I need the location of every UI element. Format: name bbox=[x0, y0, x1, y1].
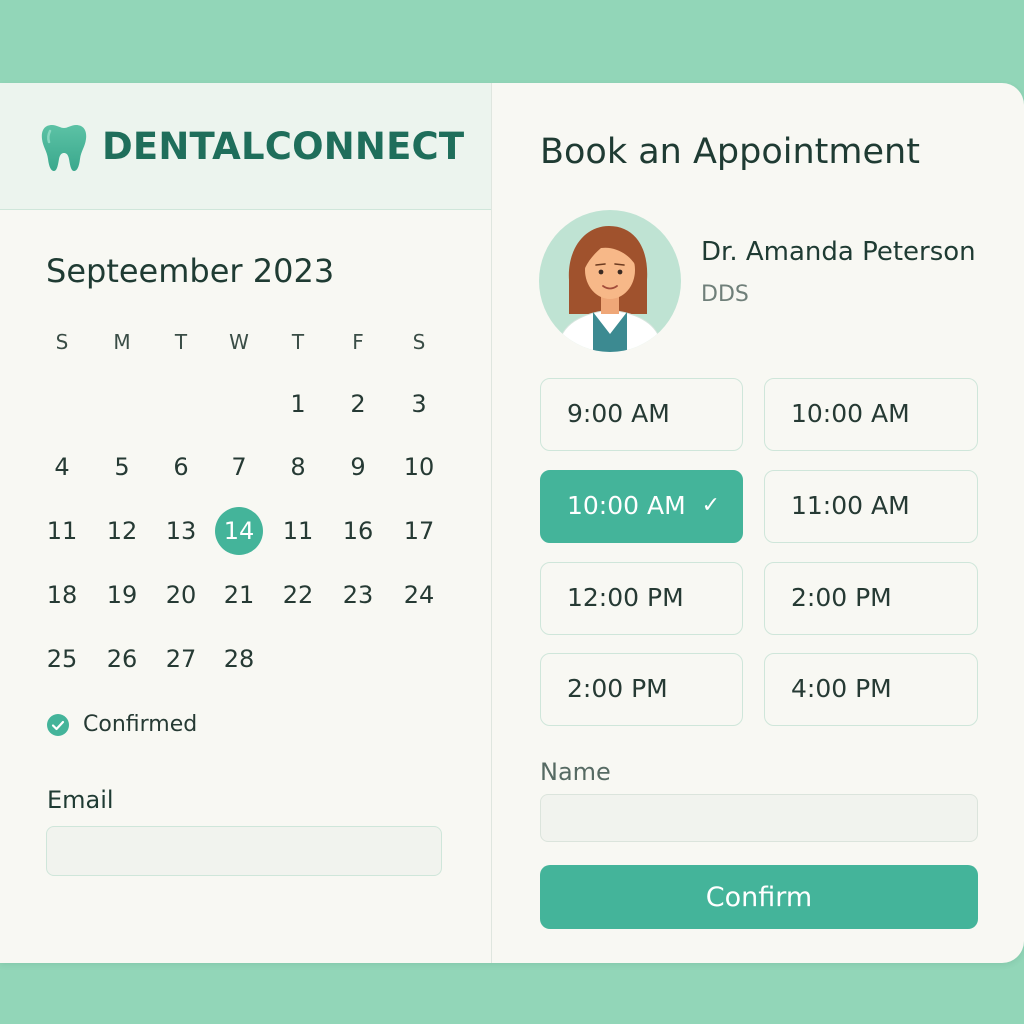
calendar-day[interactable]: 22 bbox=[276, 580, 320, 610]
calendar-day[interactable]: 13 bbox=[159, 516, 203, 546]
time-slot-label: 11:00 AM bbox=[791, 491, 910, 520]
calendar-day[interactable]: 27 bbox=[159, 644, 203, 674]
weekday-label: M bbox=[113, 330, 131, 354]
calendar-day[interactable]: 16 bbox=[336, 516, 380, 546]
calendar-day[interactable]: 10 bbox=[397, 452, 441, 482]
calendar-day[interactable]: 5 bbox=[100, 452, 144, 482]
calendar-day[interactable]: 7 bbox=[217, 452, 261, 482]
time-slot-label: 4:00 PM bbox=[791, 674, 892, 703]
brand-header: DENTALCONNECT bbox=[0, 83, 491, 210]
weekday-label: W bbox=[229, 330, 249, 354]
time-slot-label: 9:00 AM bbox=[567, 399, 670, 428]
checkmark-icon: ✓ bbox=[701, 493, 720, 518]
doctor-credentials: DDS bbox=[701, 282, 749, 307]
tooth-icon bbox=[41, 125, 87, 171]
doctor-avatar bbox=[539, 210, 681, 352]
doctor-name: Dr. Amanda Peterson bbox=[701, 237, 976, 267]
email-label: Email bbox=[47, 786, 114, 814]
calendar-day[interactable]: 3 bbox=[397, 389, 441, 419]
weekday-label: S bbox=[412, 330, 426, 354]
calendar-panel: DENTALCONNECT Septeember 2023 SMTWTFS 12… bbox=[0, 83, 492, 963]
name-label: Name bbox=[540, 758, 611, 786]
weekday-label: T bbox=[291, 330, 305, 354]
calendar-day[interactable]: 20 bbox=[159, 580, 203, 610]
calendar-day[interactable]: 6 bbox=[159, 452, 203, 482]
check-circle-icon bbox=[47, 714, 69, 736]
time-slot-selected[interactable]: 10:00 AM ✓ bbox=[540, 470, 743, 543]
calendar-day[interactable]: 28 bbox=[217, 644, 261, 674]
weekday-label: T bbox=[174, 330, 188, 354]
calendar-day[interactable]: 17 bbox=[397, 516, 441, 546]
confirm-button[interactable]: Confirm bbox=[540, 865, 978, 929]
calendar-day[interactable]: 25 bbox=[40, 644, 84, 674]
calendar-day[interactable]: 2 bbox=[336, 389, 380, 419]
time-slot-label: 2:00 PM bbox=[567, 674, 668, 703]
calendar-day[interactable]: 1 bbox=[276, 389, 320, 419]
email-field[interactable] bbox=[46, 826, 442, 876]
calendar-day[interactable]: 12 bbox=[100, 516, 144, 546]
time-slot-label: 10:00 AM bbox=[791, 399, 910, 428]
time-slot-label: 2:00 PM bbox=[791, 583, 892, 612]
calendar-day[interactable]: 23 bbox=[336, 580, 380, 610]
month-title: Septeember 2023 bbox=[46, 252, 335, 290]
time-slot[interactable]: 9:00 AM bbox=[540, 378, 743, 451]
calendar-day[interactable]: 11 bbox=[276, 516, 320, 546]
calendar-day[interactable]: 9 bbox=[336, 452, 380, 482]
page-title: Book an Appointment bbox=[540, 132, 920, 172]
time-slot[interactable]: 2:00 PM bbox=[540, 653, 743, 726]
calendar-day[interactable]: 4 bbox=[40, 452, 84, 482]
booking-card: DENTALCONNECT Septeember 2023 SMTWTFS 12… bbox=[0, 83, 1024, 963]
time-slot[interactable]: 12:00 PM bbox=[540, 562, 743, 635]
calendar-day[interactable]: 21 bbox=[217, 580, 261, 610]
name-field[interactable] bbox=[540, 794, 978, 842]
calendar-day[interactable]: 18 bbox=[40, 580, 84, 610]
calendar-day[interactable]: 8 bbox=[276, 452, 320, 482]
time-slot[interactable]: 4:00 PM bbox=[764, 653, 978, 726]
time-slot-label: 10:00 AM bbox=[567, 491, 686, 520]
weekday-label: S bbox=[55, 330, 69, 354]
time-slot[interactable]: 2:00 PM bbox=[764, 562, 978, 635]
calendar-day[interactable]: 26 bbox=[100, 644, 144, 674]
calendar-day[interactable]: 24 bbox=[397, 580, 441, 610]
brand-name: DENTALCONNECT bbox=[102, 125, 465, 168]
status-label: Confirmed bbox=[83, 712, 198, 737]
calendar-day[interactable]: 19 bbox=[100, 580, 144, 610]
calendar-day[interactable]: 11 bbox=[40, 516, 84, 546]
time-slot-label: 12:00 PM bbox=[567, 583, 684, 612]
weekday-label: F bbox=[352, 330, 364, 354]
time-slot[interactable]: 10:00 AM bbox=[764, 378, 978, 451]
calendar-day-selected[interactable]: 14 bbox=[215, 507, 263, 555]
time-slot[interactable]: 11:00 AM bbox=[764, 470, 978, 543]
